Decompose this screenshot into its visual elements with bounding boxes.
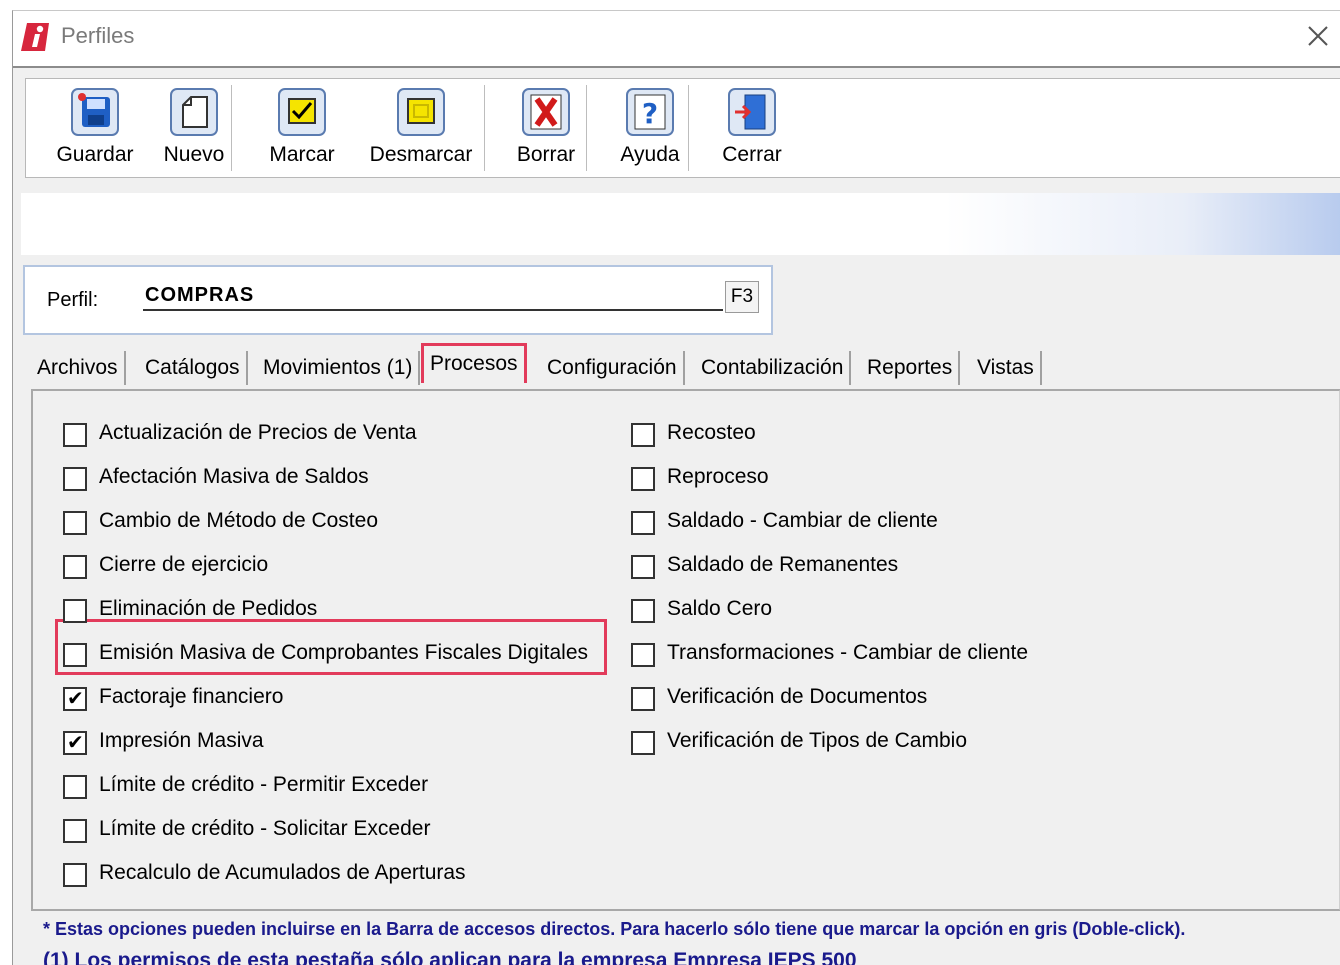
tab-reportes[interactable]: Reportes (861, 351, 961, 385)
option-label: Verificación de Tipos de Cambio (667, 729, 967, 752)
option-label: Eliminación de Pedidos (99, 597, 318, 620)
window-title: Perfiles (61, 23, 135, 48)
profiles-window: Perfiles Guardar Nuevo Marcar Desmarcar … (12, 10, 1340, 965)
option-label: Saldado de Remanentes (667, 553, 899, 576)
checkbox[interactable] (63, 863, 87, 887)
option-label: Actualización de Precios de Venta (99, 421, 417, 444)
checkbox[interactable] (63, 819, 87, 843)
option-label: Límite de crédito - Solicitar Exceder (99, 817, 431, 840)
unmark-label: Desmarcar (369, 143, 473, 166)
exit-door-icon (728, 88, 776, 136)
close-label: Cerrar (722, 143, 782, 166)
checkbox[interactable] (631, 643, 655, 667)
checkbox[interactable] (631, 467, 655, 491)
delete-label: Borrar (516, 143, 576, 166)
option-label: Recalculo de Acumulados de Aperturas (99, 861, 466, 884)
tab-catalogos[interactable]: Catálogos (139, 351, 248, 385)
option-label: Factoraje financiero (99, 685, 284, 708)
mark-checkbox-icon (278, 88, 326, 136)
option-label: Cambio de Método de Costeo (99, 509, 378, 532)
toolbar-separator (484, 85, 486, 171)
checkbox[interactable] (63, 511, 87, 535)
toolbar-separator (688, 85, 690, 171)
toolbar-separator (231, 85, 233, 171)
checkbox[interactable] (631, 511, 655, 535)
option-label: Cierre de ejercicio (99, 553, 269, 576)
new-document-icon (170, 88, 218, 136)
tab-contabilizacion[interactable]: Contabilización (695, 351, 852, 385)
checkbox[interactable] (631, 731, 655, 755)
profile-lookup-button[interactable]: F3 (725, 281, 759, 313)
help-label: Ayuda (620, 143, 680, 166)
delete-button[interactable]: Borrar (496, 79, 596, 179)
shortcut-note: * Estas opciones pueden incluirse en la … (43, 919, 1186, 939)
save-label: Guardar (56, 143, 134, 166)
option-label: Reproceso (667, 465, 769, 488)
option-label: Verificación de Documentos (667, 685, 928, 708)
save-icon (71, 88, 119, 136)
option-label: Límite de crédito - Permitir Exceder (99, 773, 429, 796)
toolbar-separator (586, 85, 588, 171)
unmark-button[interactable]: Desmarcar (356, 79, 486, 179)
checkbox-checked[interactable] (63, 730, 87, 755)
mark-label: Marcar (269, 143, 335, 166)
option-label: Recosteo (667, 421, 756, 444)
profile-field-box: Perfil: F3 (23, 265, 773, 335)
checkbox[interactable] (631, 599, 655, 623)
tab-configuracion[interactable]: Configuración (541, 351, 685, 385)
mark-button[interactable]: Marcar (252, 79, 352, 179)
help-question-icon: ? (626, 88, 674, 136)
help-button[interactable]: ? Ayuda (600, 79, 700, 179)
option-label: Emisión Masiva de Comprobantes Fiscales … (99, 641, 589, 664)
new-label: Nuevo (163, 143, 225, 166)
new-button[interactable]: Nuevo (144, 79, 244, 179)
checkbox[interactable] (631, 555, 655, 579)
checkbox-checked[interactable] (63, 686, 87, 711)
save-button[interactable]: Guardar (40, 79, 150, 179)
profile-label: Perfil: (47, 289, 99, 311)
checkbox[interactable] (631, 423, 655, 447)
checkbox[interactable] (631, 687, 655, 711)
checkbox[interactable] (63, 555, 87, 579)
checkbox[interactable] (63, 423, 87, 447)
main-area: Perfil: F3 Archivos Catálogos Movimiento… (13, 191, 1340, 965)
option-label: Saldo Cero (667, 597, 773, 620)
option-label: Transformaciones - Cambiar de cliente (667, 641, 1029, 664)
toolbar-frame: Guardar Nuevo Marcar Desmarcar Borrar ? … (13, 66, 1340, 191)
company-note: (1) Los permisos de esta pestaña sólo ap… (43, 949, 857, 965)
delete-x-icon (522, 88, 570, 136)
tab-movimientos[interactable]: Movimientos (1) (257, 351, 421, 385)
profile-input[interactable] (143, 281, 723, 311)
checkbox[interactable] (63, 643, 87, 667)
checkbox[interactable] (63, 599, 87, 623)
tab-archivos[interactable]: Archivos (31, 351, 126, 385)
unmark-checkbox-icon (397, 88, 445, 136)
procesos-panel: Actualización de Precios de Venta Afecta… (31, 389, 1340, 911)
option-label: Saldado - Cambiar de cliente (667, 509, 938, 532)
tab-vistas[interactable]: Vistas (971, 351, 1042, 385)
title-bar: Perfiles (13, 11, 1340, 66)
app-logo-icon (21, 23, 49, 51)
checkbox[interactable] (63, 467, 87, 491)
close-button[interactable]: Cerrar (702, 79, 802, 179)
toolbar: Guardar Nuevo Marcar Desmarcar Borrar ? … (25, 78, 1340, 178)
header-banner (21, 193, 1340, 255)
tab-bar: Archivos Catálogos Movimientos (1) Proce… (31, 343, 1331, 393)
svg-text:?: ? (642, 97, 658, 130)
checkbox[interactable] (63, 775, 87, 799)
close-window-icon[interactable] (1301, 19, 1335, 53)
tab-procesos[interactable]: Procesos (421, 343, 527, 383)
option-label: Afectación Masiva de Saldos (99, 465, 369, 488)
option-label: Impresión Masiva (99, 729, 264, 752)
